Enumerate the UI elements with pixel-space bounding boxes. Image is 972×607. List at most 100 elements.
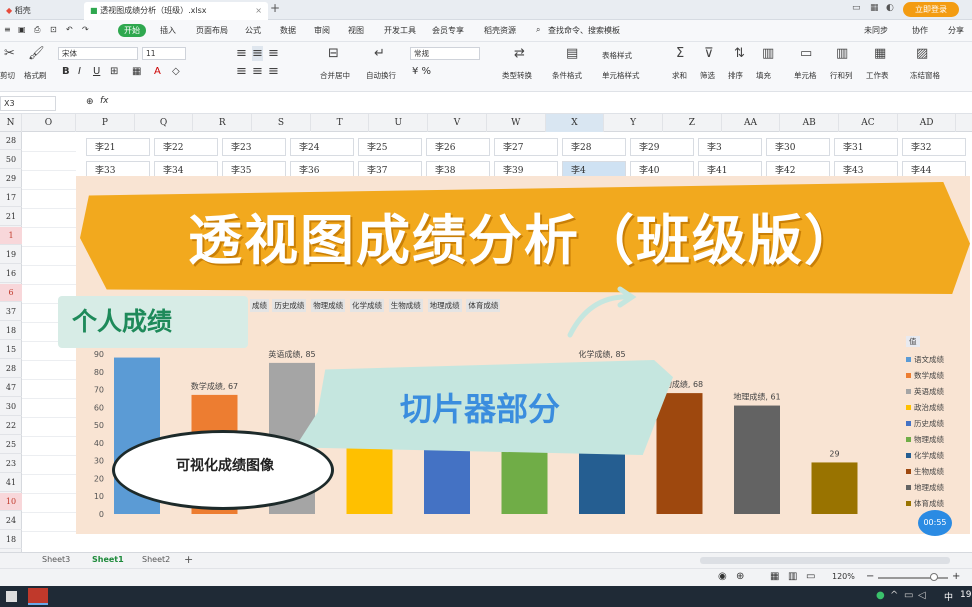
row-header[interactable]: 10 xyxy=(0,493,22,511)
file-menu-icon[interactable]: ≡ xyxy=(4,25,11,34)
convert-icon[interactable]: ⇄ xyxy=(514,46,525,61)
close-tab-icon[interactable]: × xyxy=(255,2,262,20)
globe-icon[interactable]: ⊕ xyxy=(736,571,744,582)
search-icon[interactable]: ⌕ xyxy=(536,25,540,35)
row-header[interactable]: 1 xyxy=(0,227,22,245)
align-middle-icon[interactable]: ≡ xyxy=(252,46,263,61)
align-top-icon[interactable]: ≡ xyxy=(236,46,247,61)
fill-icon[interactable]: ▥ xyxy=(762,46,774,61)
tray-chevron-icon[interactable]: ^ xyxy=(890,590,898,601)
table-cell[interactable]: 李28 xyxy=(562,138,626,156)
row-header[interactable]: 47 xyxy=(0,379,22,397)
share-button[interactable]: 分享 xyxy=(948,25,964,36)
sheet-tab-sheet2[interactable]: Sheet2 xyxy=(142,555,170,564)
zoom-out-button[interactable]: − xyxy=(866,571,874,582)
merge-center-label[interactable]: 合并居中 xyxy=(320,70,350,81)
table-cell[interactable]: 李32 xyxy=(902,138,966,156)
table-cell[interactable]: 李25 xyxy=(358,138,422,156)
fill-color-icon[interactable]: ▦ xyxy=(132,66,141,77)
border-icon[interactable]: ⊞ xyxy=(110,66,118,77)
row-header[interactable]: 28 xyxy=(0,360,22,378)
wrap-text-label[interactable]: 自动换行 xyxy=(366,70,396,81)
menu-review[interactable]: 审阅 xyxy=(314,25,330,36)
row-header[interactable]: 41 xyxy=(0,474,22,492)
slicer-item[interactable]: 体育成绩 xyxy=(466,299,501,312)
redo-icon[interactable]: ↷ xyxy=(82,25,89,34)
clear-format-icon[interactable]: ◇ xyxy=(172,66,180,77)
chart-bar[interactable] xyxy=(811,462,858,514)
menu-page-layout[interactable]: 页面布局 xyxy=(196,25,228,36)
conditional-format-label[interactable]: 条件格式 xyxy=(552,70,582,81)
underline-button[interactable]: U xyxy=(93,66,100,77)
network-icon[interactable]: ▭ xyxy=(904,590,913,601)
grid-view-icon[interactable]: ▦ xyxy=(870,3,879,13)
row-header[interactable]: 21 xyxy=(0,208,22,226)
menu-formula[interactable]: 公式 xyxy=(245,25,261,36)
collab-button[interactable]: 协作 xyxy=(912,25,928,36)
table-cell[interactable]: 李29 xyxy=(630,138,694,156)
login-button[interactable]: 立即登录 xyxy=(903,2,959,17)
slicer-item[interactable]: 成绩 xyxy=(250,299,269,312)
layout-icon[interactable]: ▭ xyxy=(852,3,861,13)
row-header[interactable]: 30 xyxy=(0,398,22,416)
normal-view-icon[interactable]: ▦ xyxy=(770,571,779,582)
sheet-tab-sheet1[interactable]: Sheet1 xyxy=(92,555,124,564)
freeze-label[interactable]: 冻结窗格 xyxy=(910,70,940,81)
worksheet-label[interactable]: 工作表 xyxy=(866,70,889,81)
name-box[interactable]: X3 xyxy=(0,96,56,111)
row-header[interactable]: 22 xyxy=(0,417,22,435)
align-left-icon[interactable]: ≡ xyxy=(236,64,247,79)
row-header[interactable]: 15 xyxy=(0,341,22,359)
skin-icon[interactable]: ◐ xyxy=(886,3,894,13)
table-style-label[interactable]: 表格样式 xyxy=(602,50,632,61)
filter-icon[interactable]: ⊽ xyxy=(704,46,714,61)
align-right-icon[interactable]: ≡ xyxy=(268,64,279,79)
merge-icon[interactable]: ⊟ xyxy=(328,46,339,61)
zoom-level[interactable]: 120% xyxy=(832,572,855,581)
font-name-select[interactable]: 宋体 xyxy=(58,47,138,60)
table-cell[interactable]: 李3 xyxy=(698,138,762,156)
table-cell[interactable]: 李26 xyxy=(426,138,490,156)
slicer-item[interactable]: 历史成绩 xyxy=(272,299,307,312)
font-color-icon[interactable]: A xyxy=(154,66,161,77)
fill-label[interactable]: 填充 xyxy=(756,70,771,81)
menu-docer-resources[interactable]: 稻壳资源 xyxy=(484,25,516,36)
wps-app-icon[interactable] xyxy=(28,588,48,605)
menu-member[interactable]: 会员专享 xyxy=(432,25,464,36)
eye-icon[interactable]: ◉ xyxy=(718,571,727,582)
recording-time-badge[interactable]: 00:55 xyxy=(918,510,952,536)
filter-label[interactable]: 筛选 xyxy=(700,70,715,81)
wrap-text-icon[interactable]: ↵ xyxy=(374,46,385,61)
table-cell[interactable]: 李23 xyxy=(222,138,286,156)
slicer-item[interactable]: 物理成绩 xyxy=(311,299,346,312)
input-lang[interactable]: 中 xyxy=(944,590,953,603)
align-center-icon[interactable]: ≡ xyxy=(252,64,263,79)
tray-app-icon[interactable]: ● xyxy=(876,590,885,601)
zoom-slider-handle[interactable] xyxy=(930,573,938,581)
menu-insert[interactable]: 插入 xyxy=(160,25,176,36)
row-header[interactable]: 19 xyxy=(0,246,22,264)
save-icon[interactable]: ▣ xyxy=(18,25,26,34)
add-sheet-button[interactable]: + xyxy=(184,553,193,566)
row-header[interactable]: 17 xyxy=(0,189,22,207)
menu-data[interactable]: 数据 xyxy=(280,25,296,36)
slicer-item[interactable]: 地理成绩 xyxy=(427,299,462,312)
table-cell[interactable]: 李24 xyxy=(290,138,354,156)
horizontal-scrollbar[interactable] xyxy=(700,557,950,564)
row-header[interactable]: 25 xyxy=(0,436,22,454)
menu-view[interactable]: 视图 xyxy=(348,25,364,36)
font-size-select[interactable]: 11 xyxy=(142,47,186,60)
sort-label[interactable]: 排序 xyxy=(728,70,743,81)
sheet-tab-sheet3[interactable]: Sheet3 xyxy=(42,555,70,564)
tab-workbook[interactable]: ■ 透视图成绩分析（班级）.xlsx × xyxy=(84,2,268,20)
sum-label[interactable]: 求和 xyxy=(672,70,687,81)
number-format-select[interactable]: 常规 xyxy=(410,47,480,60)
slicer-item[interactable]: 化学成绩 xyxy=(350,299,384,312)
format-painter-label[interactable]: 格式刷 xyxy=(24,70,47,81)
cell-style-label[interactable]: 单元格样式 xyxy=(602,70,640,81)
volume-icon[interactable]: ◁ xyxy=(918,590,926,601)
undo-icon[interactable]: ↶ xyxy=(66,25,73,34)
row-header[interactable]: 37 xyxy=(0,303,22,321)
clock[interactable]: 19 xyxy=(960,590,971,600)
italic-button[interactable]: I xyxy=(78,66,81,77)
